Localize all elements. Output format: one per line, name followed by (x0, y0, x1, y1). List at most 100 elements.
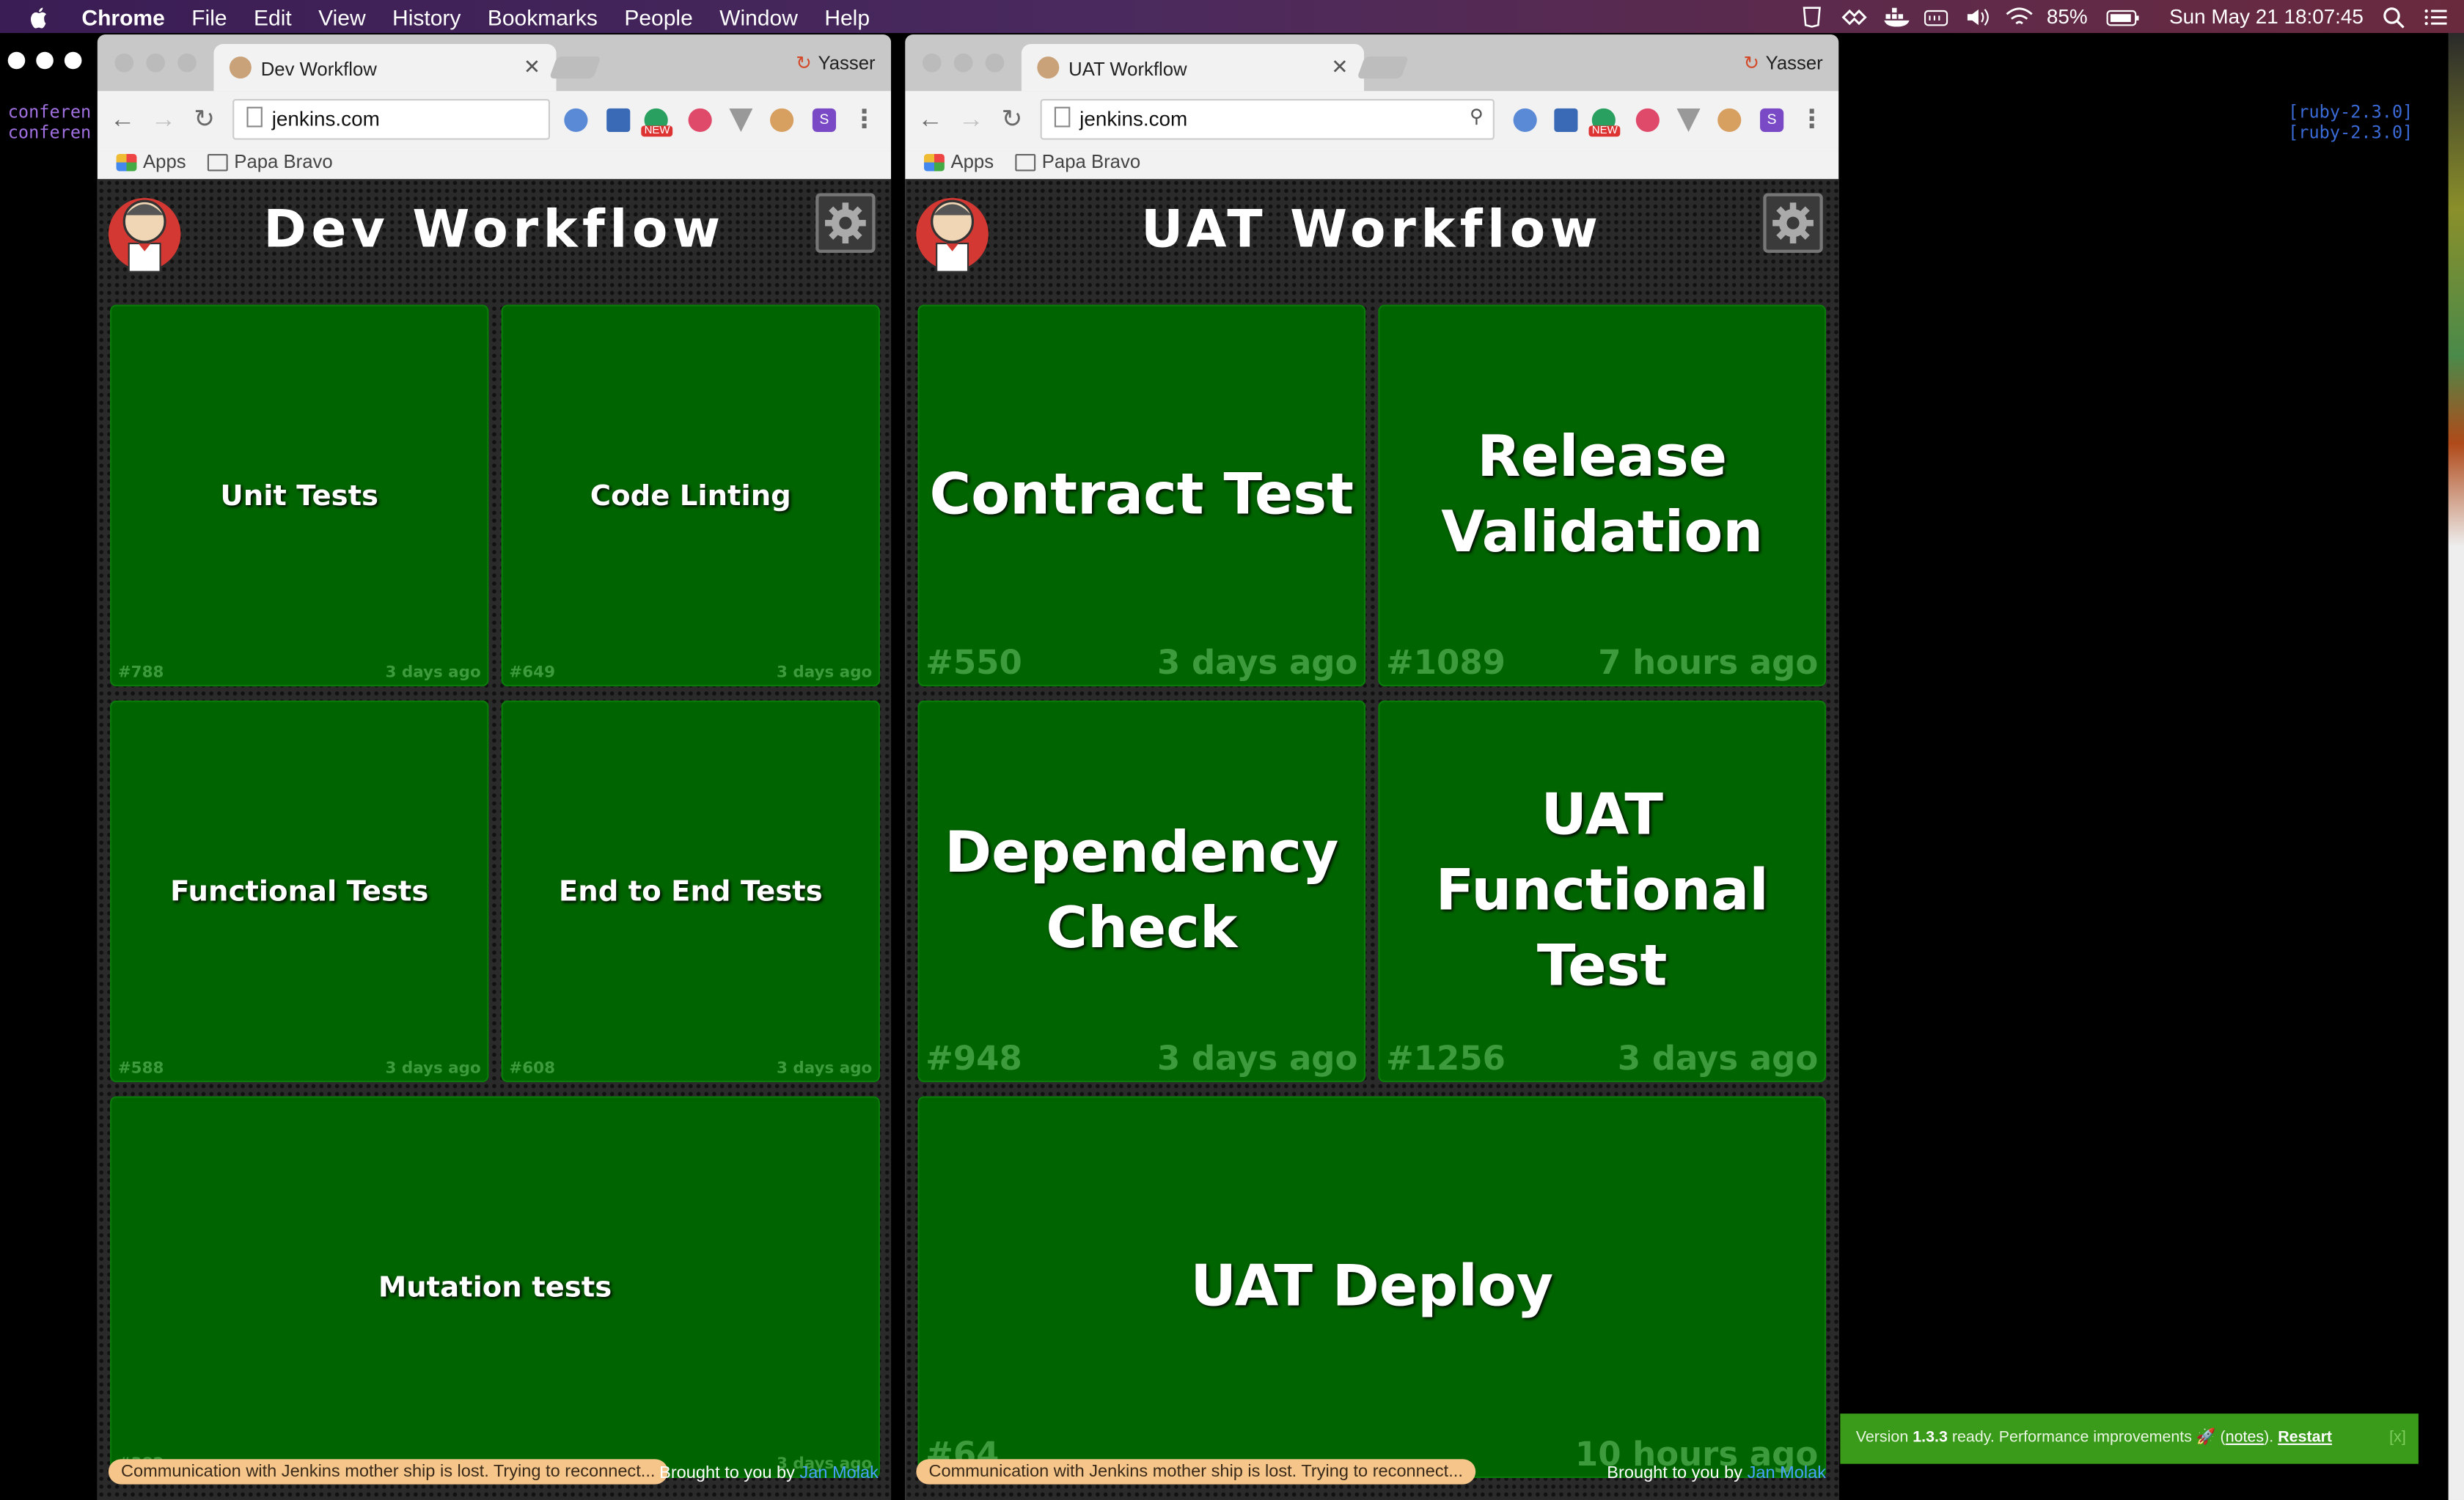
extension-mail-icon[interactable] (1554, 108, 1578, 132)
clock[interactable]: Sun May 21 18:07:45 (2169, 4, 2364, 28)
menu-people[interactable]: People (624, 4, 692, 29)
keyboard-icon[interactable] (1924, 5, 1949, 27)
bookmark-folder-label: Papa Bravo (234, 150, 333, 173)
menu-edit[interactable]: Edit (254, 4, 292, 29)
build-age: 3 days ago (1156, 1040, 1358, 1078)
html5-icon[interactable] (1802, 5, 1827, 27)
window-controls[interactable] (922, 53, 1005, 73)
job-tile[interactable]: Dependency Check #948 3 days ago (917, 700, 1366, 1083)
bookmark-folder-papa-bravo[interactable]: Papa Bravo (207, 150, 333, 173)
build-age: 7 hours ago (1598, 644, 1819, 682)
notes-link[interactable]: notes (2226, 1430, 2264, 1447)
apple-icon[interactable] (29, 5, 51, 28)
job-tile[interactable]: Release Validation #1089 7 hours ago (1378, 304, 1827, 687)
tab-close-icon[interactable]: ✕ (1331, 55, 1348, 80)
extension-s-icon[interactable]: S (1760, 108, 1784, 132)
extension-t-icon[interactable] (1635, 108, 1660, 132)
job-tile[interactable]: Functional Tests #588 3 days ago (110, 700, 489, 1083)
menu-bookmarks[interactable]: Bookmarks (488, 4, 598, 29)
notify-suffix: ). (2264, 1429, 2278, 1447)
battery-percent: 85% (2046, 4, 2088, 29)
tab-close-icon[interactable]: ✕ (524, 55, 540, 80)
profile-button[interactable]: ↻ Yasser (796, 52, 875, 74)
connection-status-message: Communication with Jenkins mother ship i… (108, 1459, 668, 1485)
terminal-right-text: [ruby-2.3.0] [ruby-2.3.0] (2288, 102, 2413, 143)
job-tile[interactable]: End to End Tests #608 3 days ago (501, 700, 881, 1083)
back-arrow-icon[interactable]: ← (107, 106, 139, 137)
extension-v-icon[interactable] (729, 108, 753, 132)
bookmark-apps-label: Apps (143, 150, 186, 173)
build-age: 3 days ago (777, 664, 873, 682)
extension-compass-icon[interactable] (1513, 108, 1537, 132)
extension-cookie-icon[interactable] (770, 108, 794, 132)
new-tab-button[interactable] (549, 56, 601, 79)
extension-mail-icon[interactable] (606, 108, 631, 132)
terminal-line: [ruby-2.3.0] (2288, 122, 2413, 143)
job-tile[interactable]: UAT Deploy #64 10 hours ago (917, 1096, 1827, 1478)
bookmark-apps[interactable]: Apps (116, 150, 186, 173)
terminal-window-controls[interactable] (7, 51, 82, 70)
job-tile[interactable]: UAT Functional Test #1256 3 days ago (1378, 700, 1827, 1083)
job-name: End to End Tests (558, 875, 823, 908)
menu-view[interactable]: View (318, 4, 365, 29)
notify-close-button[interactable]: [x] (2389, 1413, 2406, 1464)
reload-icon[interactable]: ↻ (188, 106, 220, 137)
docker-icon[interactable] (1883, 5, 1910, 27)
job-tile[interactable]: Contract Test #550 3 days ago (917, 304, 1366, 687)
menu-dots-icon[interactable]: ⋮ (848, 106, 880, 137)
tab-uat-workflow[interactable]: UAT Workflow ✕ (1021, 43, 1365, 92)
profile-button[interactable]: ↻ Yasser (1743, 52, 1822, 74)
author-link[interactable]: Jan Molak (799, 1464, 878, 1483)
url-text: jenkins.com (271, 106, 380, 130)
extension-t-icon[interactable] (688, 108, 712, 132)
notification-center-icon[interactable] (2423, 5, 2448, 27)
browser-toolbar: ← → ↻ jenkins.com NEW S ⋮ (97, 91, 892, 151)
menu-history[interactable]: History (392, 4, 461, 29)
menu-app-name[interactable]: Chrome (81, 4, 164, 29)
wifi-icon[interactable] (2006, 5, 2034, 27)
forward-arrow-icon[interactable]: → (147, 106, 179, 137)
extension-v-icon[interactable] (1676, 108, 1701, 132)
extension-s-icon[interactable]: S (812, 108, 837, 132)
job-tile[interactable]: Code Linting #649 3 days ago (501, 304, 881, 687)
browser-toolbar: ← → ↻ jenkins.com ⚲ NEW S ⋮ (905, 91, 1839, 151)
extension-compass-icon[interactable] (564, 108, 588, 132)
menu-dots-icon[interactable]: ⋮ (1796, 106, 1827, 137)
bookmarks-bar: Apps Papa Bravo (97, 150, 892, 180)
address-bar[interactable]: jenkins.com ⚲ (1040, 98, 1495, 140)
update-notification: Version 1.3.3 ready. Performance improve… (1840, 1413, 2419, 1464)
spotlight-search-icon[interactable] (2383, 5, 2408, 28)
menu-file[interactable]: File (191, 4, 227, 29)
browser-window-uat: UAT Workflow ✕ ↻ Yasser ← → ↻ jenkins.com… (905, 34, 1839, 1500)
job-tile[interactable]: Mutation tests #382 3 days ago (110, 1096, 881, 1478)
window-controls[interactable] (114, 53, 197, 73)
link-icon[interactable] (1842, 5, 1868, 27)
restart-link[interactable]: Restart (2278, 1430, 2332, 1447)
credit-line: Brought to you by Jan Molak (1607, 1464, 1826, 1483)
gear-icon (825, 202, 866, 244)
new-tab-button[interactable] (1357, 56, 1409, 79)
bookmark-pin-icon[interactable]: ⚲ (1470, 106, 1484, 128)
volume-icon[interactable] (1965, 5, 1990, 27)
reload-icon[interactable]: ↻ (997, 106, 1028, 137)
battery-icon[interactable] (2106, 5, 2141, 27)
author-link[interactable]: Jan Molak (1748, 1464, 1826, 1483)
tab-dev-workflow[interactable]: Dev Workflow ✕ (213, 43, 557, 92)
sync-icon: ↻ (796, 51, 812, 74)
job-tile[interactable]: Unit Tests #788 3 days ago (110, 304, 489, 687)
menu-window[interactable]: Window (719, 4, 798, 29)
extension-cookie-icon[interactable] (1717, 108, 1742, 132)
bookmark-folder-papa-bravo[interactable]: Papa Bravo (1015, 151, 1140, 173)
back-arrow-icon[interactable]: ← (914, 106, 946, 137)
forward-arrow-icon[interactable]: → (956, 106, 987, 137)
apps-grid-icon (924, 152, 945, 171)
menu-help[interactable]: Help (824, 4, 870, 29)
address-bar[interactable]: jenkins.com (232, 98, 551, 140)
bookmark-apps[interactable]: Apps (924, 151, 994, 173)
settings-gear-button[interactable] (1763, 193, 1823, 253)
job-name: UAT Deploy (1190, 1254, 1554, 1319)
bookmark-folder-label: Papa Bravo (1041, 150, 1141, 173)
credit-line: Brought to you by Jan Molak (659, 1464, 879, 1483)
settings-gear-button[interactable] (815, 193, 876, 253)
bookmarks-bar: Apps Papa Bravo (905, 150, 1839, 180)
